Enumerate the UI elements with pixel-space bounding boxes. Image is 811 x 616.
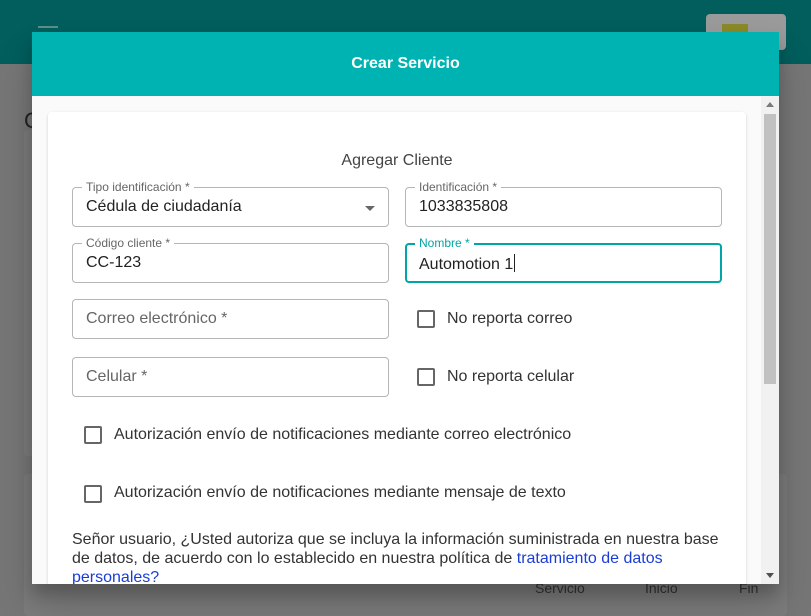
dropdown-arrow-icon: [365, 206, 375, 211]
identificacion-label: Identificación *: [415, 180, 502, 194]
autorizacion-correo-checkbox[interactable]: [84, 426, 102, 444]
nombre-value-text: Automotion 1: [419, 256, 514, 273]
codigo-cliente-field[interactable]: Código cliente * CC-123: [72, 236, 389, 283]
autorizacion-correo-label: Autorización envío de notificaciones med…: [114, 426, 572, 443]
no-reporta-correo-checkbox[interactable]: [417, 310, 435, 328]
correo-placeholder: Correo electrónico *: [86, 310, 228, 327]
scroll-up-icon[interactable]: [766, 102, 774, 107]
no-reporta-correo-label: No reporta correo: [447, 310, 573, 327]
dialog-scrollbar[interactable]: [761, 96, 779, 584]
nombre-label: Nombre *: [415, 236, 474, 250]
nombre-value: Automotion 1: [419, 254, 516, 274]
client-form-card: Agregar Cliente Tipo identificación * Cé…: [48, 112, 746, 584]
no-reporta-celular-label: No reporta celular: [447, 368, 575, 385]
autorizacion-texto-label: Autorización envío de notificaciones med…: [114, 484, 566, 501]
data-consent-notice: Señor usuario, ¿Usted autoriza que se in…: [72, 530, 732, 584]
tipo-identificacion-select[interactable]: Tipo identificación * Cédula de ciudadan…: [72, 180, 389, 227]
dialog-body: Agregar Cliente Tipo identificación * Cé…: [32, 96, 761, 584]
celular-placeholder: Celular *: [86, 368, 148, 385]
autorizacion-texto-checkbox[interactable]: [84, 485, 102, 503]
identificacion-value: 1033835808: [419, 198, 508, 215]
section-title: Agregar Cliente: [341, 152, 453, 169]
codigo-cliente-label: Código cliente *: [82, 236, 175, 250]
nombre-field[interactable]: Nombre * Automotion 1: [405, 236, 722, 283]
scroll-down-icon[interactable]: [766, 573, 774, 578]
correo-field[interactable]: Correo electrónico *: [72, 299, 389, 339]
scroll-thumb[interactable]: [764, 114, 776, 384]
identificacion-field[interactable]: Identificación * 1033835808: [405, 180, 722, 227]
no-reporta-celular-checkbox[interactable]: [417, 368, 435, 386]
celular-field[interactable]: Celular *: [72, 357, 389, 397]
dialog-header: Crear Servicio: [32, 32, 779, 96]
text-cursor: [514, 254, 516, 272]
tipo-identificacion-label: Tipo identificación *: [82, 180, 194, 194]
dialog-title: Crear Servicio: [351, 55, 460, 72]
crear-servicio-dialog: Crear Servicio Agregar Cliente Tipo iden…: [32, 32, 779, 584]
tipo-identificacion-value: Cédula de ciudadanía: [86, 198, 242, 215]
codigo-cliente-value: CC-123: [86, 254, 142, 271]
